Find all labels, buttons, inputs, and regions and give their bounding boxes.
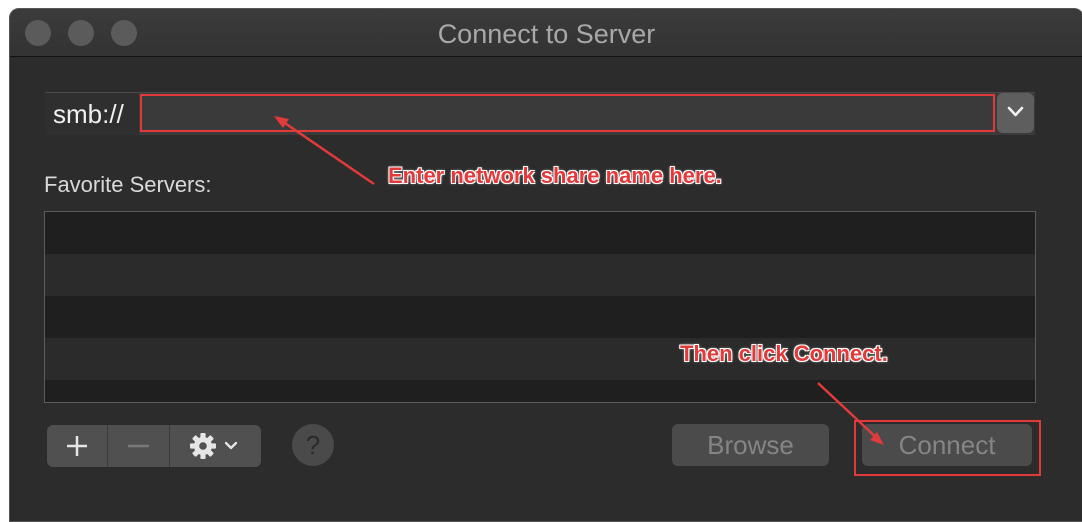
arrowhead xyxy=(274,116,289,128)
arrow-to-input xyxy=(278,117,375,186)
connect-annotation-text: Then click Connect. xyxy=(680,341,888,366)
input-annotation-text: Enter network share name here. xyxy=(388,163,722,188)
arrow-to-connect xyxy=(817,382,881,442)
annotation-arrows xyxy=(274,116,884,445)
